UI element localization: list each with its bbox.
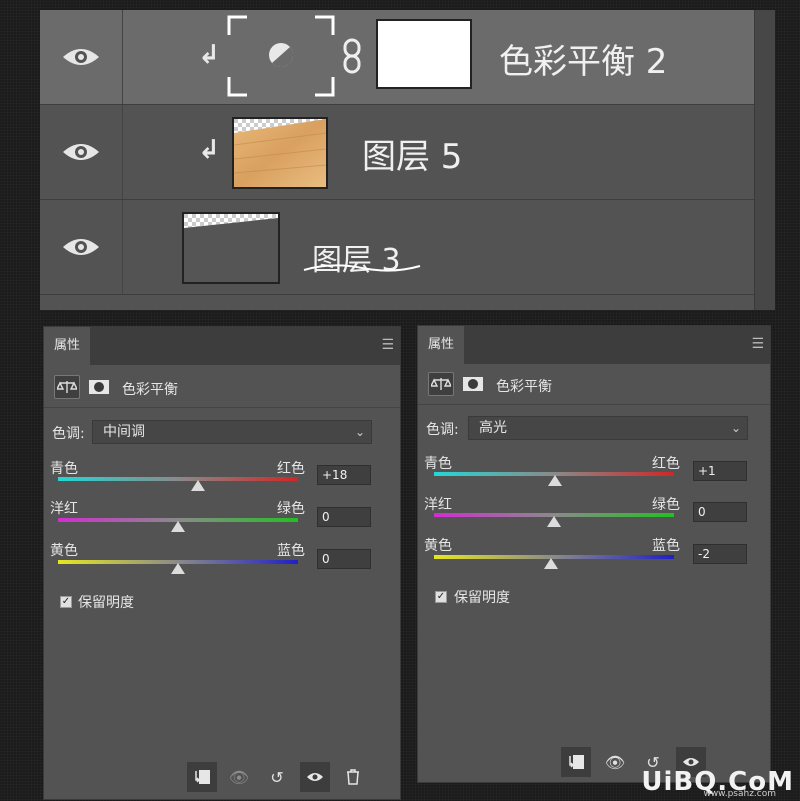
toggle-visibility-button[interactable] bbox=[300, 762, 330, 792]
layer-row-layer-3[interactable]: 图层 3 bbox=[40, 200, 755, 295]
cyan-red-slider-knob[interactable] bbox=[548, 475, 562, 486]
header-divider bbox=[418, 404, 770, 405]
balance-scale-icon[interactable] bbox=[428, 372, 454, 396]
chevron-down-icon: ⌄ bbox=[730, 421, 741, 435]
layer-row-layer-5[interactable]: ↲ 图层 5 bbox=[40, 105, 755, 200]
eye-icon bbox=[63, 239, 99, 255]
tab-properties[interactable]: 属性 bbox=[44, 327, 91, 365]
delete-button[interactable] bbox=[338, 762, 368, 792]
eye-icon bbox=[307, 773, 323, 781]
cyan-red-value-field[interactable]: +18 bbox=[317, 465, 371, 485]
preserve-luminosity-label: 保留明度 bbox=[454, 590, 510, 606]
slider-right-label: 蓝色 bbox=[277, 543, 305, 559]
slider-right-label: 绿色 bbox=[277, 501, 305, 517]
watermark-url: www.psahz.com bbox=[703, 789, 776, 799]
adjustment-circle-icon bbox=[269, 43, 294, 68]
cyan-red-value-field[interactable]: +1 bbox=[693, 461, 747, 481]
eye-icon bbox=[63, 49, 99, 65]
properties-panel-right: 属性 ☰ 色彩平衡 色调: 高光 ⌄ 青色 红色 +1 洋红 绿色 0 黄色 蓝… bbox=[417, 325, 771, 783]
layers-panel: ↲ 色彩平衡 2 ↲ 图层 5 图层 3 bbox=[40, 10, 775, 310]
panel-menu-icon[interactable]: ☰ bbox=[751, 336, 764, 352]
layer-thumbnail[interactable] bbox=[182, 212, 280, 284]
slider-left-label: 青色 bbox=[424, 456, 452, 472]
tab-bar: 属性 ☰ bbox=[418, 326, 770, 364]
cyan-red-slider-knob[interactable] bbox=[191, 480, 205, 491]
adjustment-title: 色彩平衡 bbox=[496, 379, 552, 395]
tone-select-value: 中间调 bbox=[103, 424, 145, 440]
yellow-blue-value-field[interactable]: 0 bbox=[317, 549, 371, 569]
view-previous-state-button[interactable]: 👁 bbox=[224, 762, 254, 792]
layer-mask-thumbnail[interactable] bbox=[376, 19, 472, 89]
reset-button[interactable]: ↺ bbox=[262, 762, 292, 792]
panel-footer: 👁 ↺ bbox=[44, 755, 400, 799]
slider-right-label: 绿色 bbox=[652, 497, 680, 513]
tab-bar: 属性 ☰ bbox=[44, 327, 400, 365]
layer-name: 色彩平衡 2 bbox=[499, 42, 668, 82]
tone-select[interactable]: 高光 ⌄ bbox=[468, 416, 748, 440]
visibility-toggle[interactable] bbox=[40, 105, 123, 199]
tone-label: 色调: bbox=[426, 422, 459, 438]
trash-icon bbox=[347, 769, 359, 785]
cyan-red-slider-track[interactable] bbox=[58, 477, 298, 481]
magenta-green-slider-knob[interactable] bbox=[171, 521, 185, 532]
properties-panel-left: 属性 ☰ 色彩平衡 色调: 中间调 ⌄ 青色 红色 +18 洋红 绿色 0 黄色… bbox=[43, 326, 401, 800]
preserve-luminosity-checkbox[interactable]: ✓ bbox=[435, 591, 447, 603]
clip-to-layer-button[interactable] bbox=[187, 762, 217, 792]
magenta-green-value-field[interactable]: 0 bbox=[693, 502, 747, 522]
strike-scribble-icon bbox=[303, 264, 421, 272]
yellow-blue-value-field[interactable]: -2 bbox=[693, 544, 747, 564]
tone-select-value: 高光 bbox=[479, 420, 507, 436]
tab-properties[interactable]: 属性 bbox=[418, 326, 465, 364]
magenta-green-value-field[interactable]: 0 bbox=[317, 507, 371, 527]
header-divider bbox=[44, 407, 400, 408]
view-previous-state-icon: 👁 bbox=[604, 752, 626, 772]
reset-icon: ↺ bbox=[270, 767, 284, 787]
mask-icon[interactable] bbox=[86, 375, 112, 399]
slider-left-label: 洋红 bbox=[424, 497, 452, 513]
clip-to-layer-icon bbox=[569, 755, 584, 769]
slider-left-label: 黄色 bbox=[424, 538, 452, 554]
yellow-blue-slider-knob[interactable] bbox=[171, 563, 185, 574]
balance-scale-icon[interactable] bbox=[54, 375, 80, 399]
slider-right-label: 红色 bbox=[277, 461, 305, 477]
slider-left-label: 青色 bbox=[50, 461, 78, 477]
view-previous-state-icon: 👁 bbox=[228, 767, 250, 787]
clip-arrow-icon: ↲ bbox=[198, 135, 220, 165]
mask-icon[interactable] bbox=[460, 372, 486, 396]
visibility-toggle[interactable] bbox=[40, 10, 123, 104]
yellow-blue-slider-knob[interactable] bbox=[544, 558, 558, 569]
layer-row-color-balance-2[interactable]: ↲ 色彩平衡 2 bbox=[40, 10, 755, 105]
layer-name: 图层 5 bbox=[362, 137, 463, 177]
slider-right-label: 红色 bbox=[652, 456, 680, 472]
layers-scrollbar[interactable] bbox=[754, 10, 775, 310]
chevron-down-icon: ⌄ bbox=[354, 425, 365, 439]
layer-thumbnail[interactable] bbox=[232, 117, 328, 189]
clip-to-layer-icon bbox=[195, 770, 210, 784]
eye-icon bbox=[63, 144, 99, 160]
preserve-luminosity-checkbox[interactable]: ✓ bbox=[60, 596, 72, 608]
tone-label: 色调: bbox=[52, 426, 85, 442]
adjustment-title: 色彩平衡 bbox=[122, 382, 178, 398]
clip-arrow-icon: ↲ bbox=[198, 40, 220, 70]
slider-right-label: 蓝色 bbox=[652, 538, 680, 554]
slider-left-label: 洋红 bbox=[50, 501, 78, 517]
slider-left-label: 黄色 bbox=[50, 543, 78, 559]
visibility-toggle[interactable] bbox=[40, 200, 123, 294]
chain-link-icon[interactable] bbox=[340, 38, 364, 74]
magenta-green-slider-knob[interactable] bbox=[547, 516, 561, 527]
adjustment-thumbnail[interactable] bbox=[227, 15, 335, 97]
panel-menu-icon[interactable]: ☰ bbox=[381, 337, 394, 353]
tone-select[interactable]: 中间调 ⌄ bbox=[92, 420, 372, 444]
preserve-luminosity-label: 保留明度 bbox=[78, 595, 134, 611]
clip-to-layer-button[interactable] bbox=[561, 747, 591, 777]
view-previous-state-button[interactable]: 👁 bbox=[600, 747, 630, 777]
